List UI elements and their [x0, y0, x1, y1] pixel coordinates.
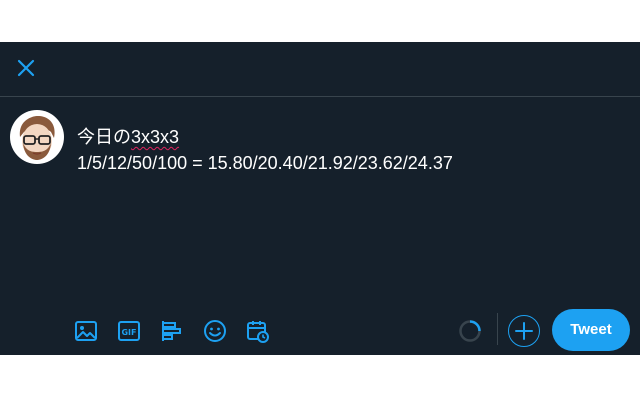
tweet-line-1: 今日の3x3x3 — [77, 124, 617, 150]
toolbar-divider — [497, 313, 498, 345]
plus-icon — [515, 322, 533, 340]
close-icon[interactable] — [12, 54, 40, 82]
image-icon[interactable] — [73, 318, 99, 344]
modal-header — [0, 42, 640, 97]
tweet-line-2: 1/5/12/50/100 = 15.80/20.40/21.92/23.62/… — [77, 153, 453, 173]
compose-toolbar: GIF — [0, 310, 640, 354]
tweet-button[interactable]: Tweet — [552, 309, 630, 351]
add-tweet-button[interactable] — [508, 315, 540, 347]
character-count-ring — [459, 320, 481, 342]
compose-modal: 今日の3x3x3 1/5/12/50/100 = 15.80/20.40/21.… — [0, 42, 640, 355]
avatar-illustration — [19, 116, 55, 160]
gif-icon[interactable]: GIF — [116, 318, 142, 344]
svg-text:GIF: GIF — [121, 328, 136, 337]
tweet-text-area[interactable]: 今日の3x3x3 1/5/12/50/100 = 15.80/20.40/21.… — [77, 124, 617, 176]
avatar[interactable] — [10, 110, 64, 164]
schedule-icon[interactable] — [245, 318, 271, 344]
emoji-icon[interactable] — [202, 318, 228, 344]
tweet-line-1-prefix: 今日の — [77, 127, 131, 147]
misspelled-word[interactable]: 3x3x3 — [131, 127, 179, 147]
poll-icon[interactable] — [159, 318, 185, 344]
